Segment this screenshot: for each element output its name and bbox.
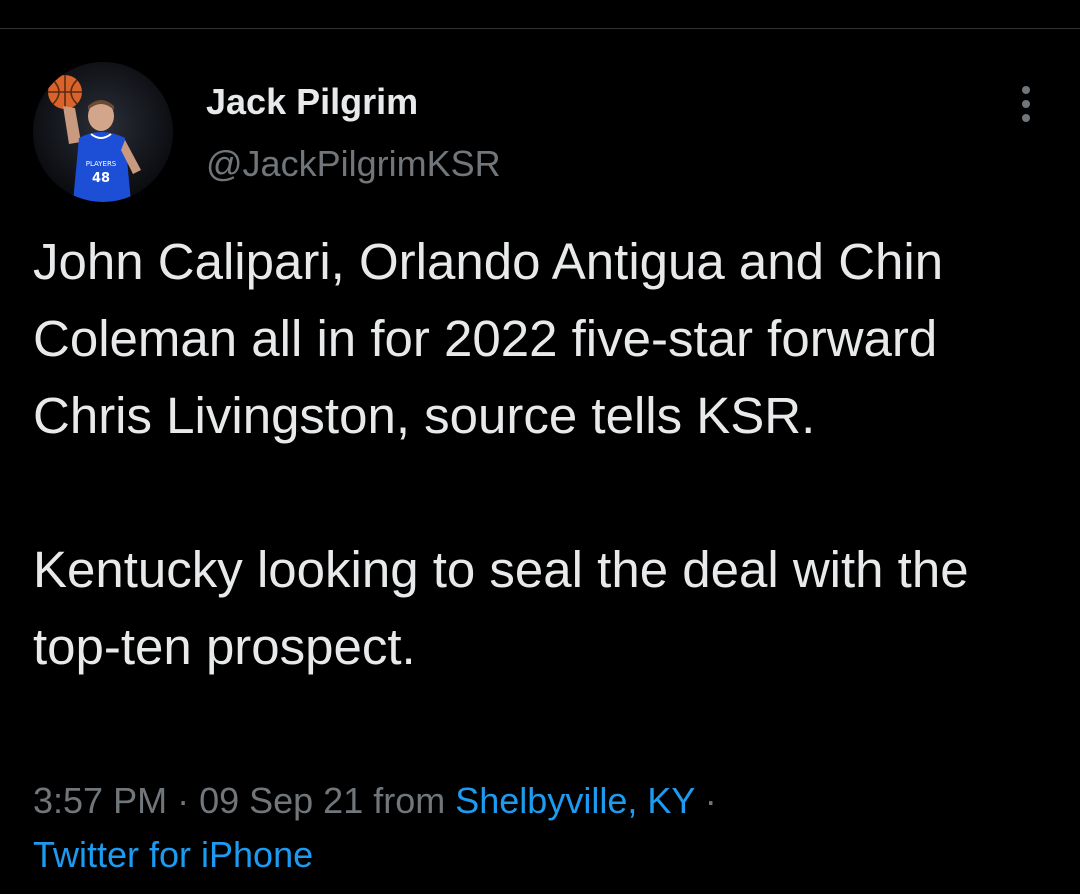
tweet-metadata: 3:57 PM · 09 Sep 21 from Shelbyville, KY… [33, 774, 1063, 882]
meta-separator: · [694, 780, 717, 821]
avatar[interactable]: PLAYERS 48 [33, 62, 173, 202]
tweet-text: John Calipari, Orlando Antigua and Chin … [33, 223, 1063, 685]
tweet-paragraph: Kentucky looking to seal the deal with t… [33, 541, 969, 675]
jersey-text: PLAYERS [86, 160, 117, 168]
tweet-time[interactable]: 3:57 PM [33, 780, 167, 821]
more-vertical-icon [1022, 86, 1030, 94]
more-options-button[interactable] [1006, 82, 1046, 126]
author-handle[interactable]: @JackPilgrimKSR [206, 142, 501, 186]
location-link[interactable]: Shelbyville, KY [455, 780, 694, 821]
more-vertical-icon-dot [1022, 114, 1030, 122]
author-name[interactable]: Jack Pilgrim [206, 80, 418, 124]
from-label: from [363, 780, 456, 821]
tweet-date[interactable]: 09 Sep 21 [199, 780, 363, 821]
jersey-number: 48 [92, 171, 110, 186]
tweet-detail: PLAYERS 48 Jack Pilgrim @JackPilgrimKSR … [0, 0, 1080, 894]
avatar-image: PLAYERS 48 [33, 62, 173, 202]
source-app-link[interactable]: Twitter for iPhone [33, 834, 313, 875]
tweet-paragraph: John Calipari, Orlando Antigua and Chin … [33, 233, 944, 444]
meta-separator: · [167, 780, 200, 821]
more-vertical-icon-dot [1022, 100, 1030, 108]
